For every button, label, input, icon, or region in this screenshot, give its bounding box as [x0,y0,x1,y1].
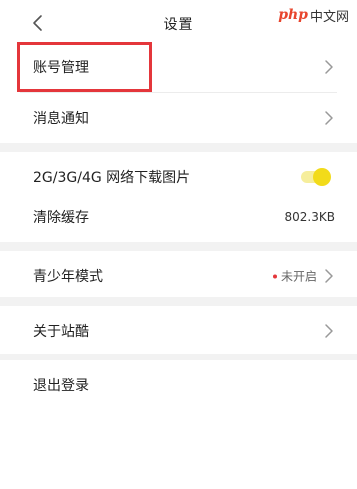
toggle-knob [313,168,331,186]
account-management-row[interactable]: 账号管理 [0,42,357,92]
logout-label: 退出登录 [33,378,89,394]
section-separator [0,297,357,306]
account-management-label: 账号管理 [33,60,89,76]
watermark-text: 中文网 [309,9,349,25]
settings-screen: 设置 php 中文网 账号管理 消息通知 2G/3G/4G 网络下载图片 清除缓… [0,0,357,489]
clear-cache-row[interactable]: 清除缓存 802.3KB [0,192,357,242]
youth-mode-row[interactable]: 青少年模式 未开启 [0,251,357,301]
mobile-image-download-label: 2G/3G/4G 网络下载图片 [33,170,191,186]
mobile-image-download-toggle[interactable] [301,168,331,186]
youth-mode-status-text: 未开启 [280,269,317,284]
chevron-right-icon [325,269,333,283]
section-separator [0,143,357,152]
logout-row[interactable]: 退出登录 [0,360,357,410]
about-row[interactable]: 关于站酷 [0,306,357,356]
clear-cache-label: 清除缓存 [33,210,89,226]
youth-mode-label: 青少年模式 [33,269,103,285]
notifications-label: 消息通知 [33,111,89,127]
watermark-brand: php [278,7,308,23]
about-label: 关于站酷 [33,324,89,340]
top-bar: 设置 php 中文网 [0,0,357,44]
empty-area [0,410,357,489]
section-separator [0,242,357,251]
chevron-right-icon [325,111,333,125]
cache-size-value: 802.3KB [284,210,335,224]
chevron-right-icon [325,60,333,74]
site-watermark: php 中文网 [276,5,351,25]
youth-mode-status: 未开启 [272,268,317,285]
chevron-right-icon [325,324,333,338]
notifications-row[interactable]: 消息通知 [0,93,357,143]
status-dot [272,274,277,278]
